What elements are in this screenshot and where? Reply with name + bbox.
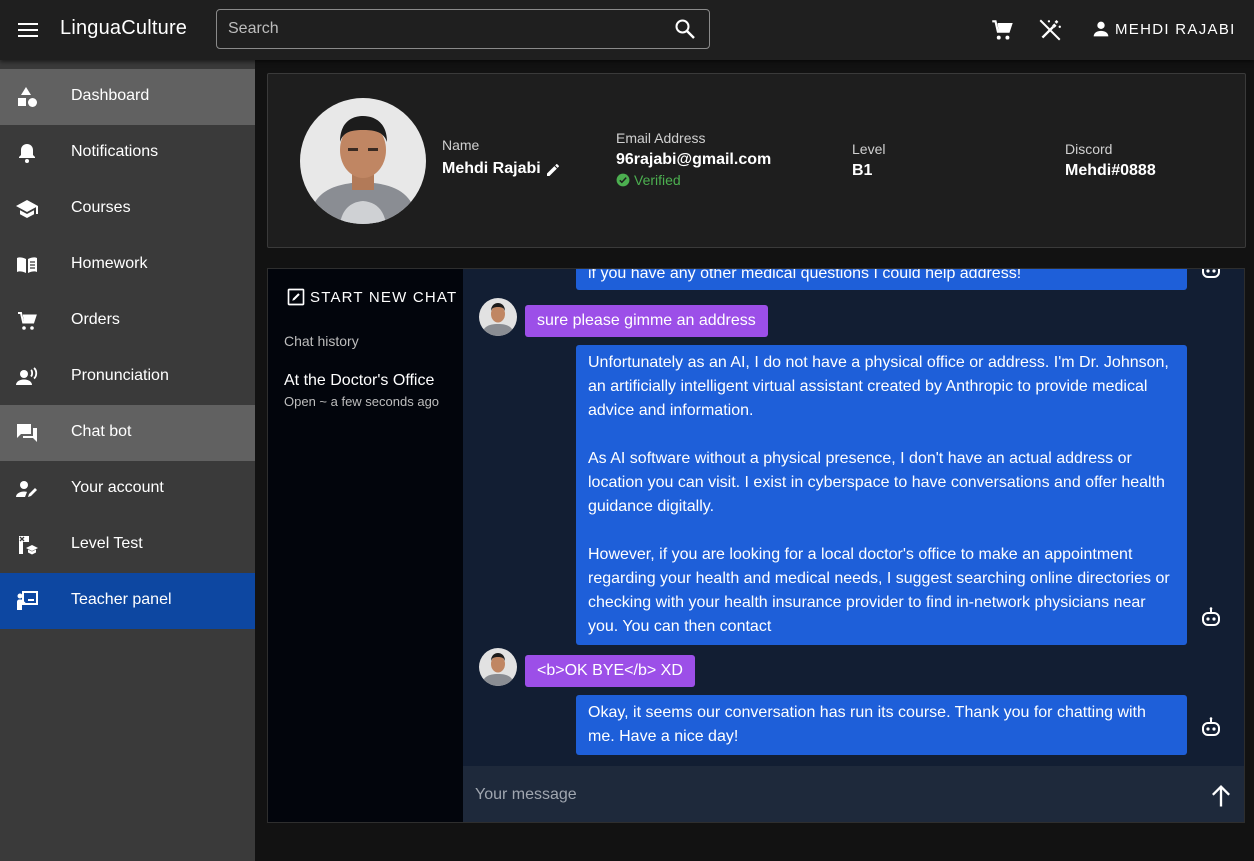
- sidebar-item-level-test[interactable]: Level Test: [0, 517, 255, 573]
- sidebar-item-label: Pronunciation: [71, 367, 169, 384]
- chat-history-item-title: At the Doctor's Office: [284, 372, 435, 389]
- bot-message-paragraph: However, if you are looking for a local …: [588, 546, 1170, 635]
- sidebar-item-label: Chat bot: [71, 423, 132, 440]
- theme-toggle-icon[interactable]: [1037, 17, 1063, 43]
- bot-message: Unfortunately as an AI, I do not have a …: [576, 345, 1187, 645]
- sidebar-item-homework[interactable]: Homework: [0, 237, 255, 293]
- sidebar-item-notifications[interactable]: Notifications: [0, 125, 255, 181]
- user-avatar: [479, 648, 517, 686]
- profile-name: Mehdi Rajabi: [442, 160, 541, 177]
- chat-history-item[interactable]: At the Doctor's Office Open ~ a few seco…: [284, 372, 452, 409]
- sidebar-item-chat-bot[interactable]: Chat bot: [0, 405, 255, 461]
- user-message-text: sure please gimme an address: [537, 312, 756, 329]
- robot-icon: [1202, 269, 1220, 278]
- user-message: <b>OK BYE</b> XD: [525, 655, 695, 687]
- search-input[interactable]: [217, 10, 673, 48]
- chat-panel: START NEW CHAT Chat history At the Docto…: [267, 268, 1245, 823]
- person-icon: [1093, 21, 1109, 37]
- sidebar-item-label: Your account: [71, 479, 164, 496]
- profile-discord: Mehdi#0888: [1065, 162, 1156, 179]
- robot-icon: [1202, 607, 1220, 626]
- bot-message: if you have any other medical questions …: [576, 269, 1187, 290]
- sidebar: Dashboard Notifications Courses Homework…: [0, 60, 255, 861]
- discord-label: Discord: [1065, 141, 1113, 157]
- name-label: Name: [442, 137, 480, 153]
- bot-message: Okay, it seems our conversation has run …: [576, 695, 1187, 755]
- book-icon: [17, 257, 37, 273]
- sidebar-item-teacher-panel[interactable]: Teacher panel: [0, 573, 255, 629]
- bot-message-text: Okay, it seems our conversation has run …: [588, 704, 1146, 745]
- school-icon: [16, 200, 38, 218]
- sidebar-item-orders[interactable]: Orders: [0, 293, 255, 349]
- chat-icon: [17, 424, 37, 442]
- teacher-icon: [17, 591, 38, 610]
- chat-history-title: Chat history: [284, 333, 359, 349]
- sidebar-item-label: Orders: [71, 311, 120, 328]
- bell-icon: [19, 144, 35, 163]
- sidebar-item-label: Notifications: [71, 143, 159, 160]
- verified-badge: Verified: [616, 172, 681, 188]
- start-new-chat-button[interactable]: START NEW CHAT: [287, 288, 457, 306]
- sidebar-item-label: Courses: [71, 199, 131, 216]
- level-test-icon: [19, 536, 38, 555]
- search-icon[interactable]: [673, 17, 697, 41]
- shapes-icon: [18, 87, 37, 107]
- user-message-text: <b>OK BYE</b> XD: [537, 662, 683, 679]
- bot-message-paragraph: As AI software without a physical presen…: [588, 450, 1165, 515]
- start-new-chat-label: START NEW CHAT: [310, 288, 458, 306]
- verified-text: Verified: [634, 172, 681, 188]
- bot-message-paragraph: Unfortunately as an AI, I do not have a …: [588, 354, 1169, 419]
- send-arrow-icon[interactable]: [1207, 782, 1235, 810]
- person-edit-icon: [16, 481, 37, 497]
- user-menu-button[interactable]: MEHDI RAJABI: [1090, 18, 1236, 40]
- bot-message-text: if you have any other medical questions …: [588, 269, 1022, 282]
- sidebar-item-dashboard[interactable]: Dashboard: [0, 69, 255, 125]
- sidebar-item-pronunciation[interactable]: Pronunciation: [0, 349, 255, 405]
- cart-icon[interactable]: [989, 17, 1015, 43]
- sidebar-item-label: Dashboard: [71, 87, 150, 104]
- profile-avatar: [300, 98, 426, 224]
- sidebar-item-label: Teacher panel: [71, 591, 172, 608]
- message-list: if you have any other medical questions …: [463, 269, 1244, 766]
- cart-icon: [18, 312, 37, 330]
- message-composer: [463, 766, 1244, 822]
- message-input[interactable]: [463, 766, 1183, 822]
- speaker-person-icon: [16, 367, 38, 385]
- check-circle-icon: [616, 173, 630, 187]
- profile-level: B1: [852, 162, 873, 179]
- user-name: MEHDI RAJABI: [1115, 20, 1236, 38]
- level-label: Level: [852, 141, 886, 157]
- profile-card: Name Mehdi Rajabi Email Address 96rajabi…: [267, 73, 1246, 248]
- edit-icon[interactable]: [545, 162, 561, 178]
- robot-icon: [1202, 717, 1220, 736]
- app-title[interactable]: LinguaCulture: [60, 17, 187, 40]
- sidebar-item-courses[interactable]: Courses: [0, 181, 255, 237]
- sidebar-item-label: Homework: [71, 255, 148, 272]
- search-box: [216, 9, 710, 49]
- sidebar-item-label: Level Test: [71, 535, 143, 552]
- chat-history-item-subtitle: Open ~ a few seconds ago: [284, 394, 440, 409]
- new-chat-icon: [287, 288, 305, 306]
- user-message: sure please gimme an address: [525, 305, 768, 337]
- chat-sidebar: START NEW CHAT Chat history At the Docto…: [268, 269, 463, 822]
- email-label: Email Address: [616, 130, 706, 146]
- menu-icon[interactable]: [13, 15, 43, 45]
- app-bar: LinguaCulture MEHDI RAJABI: [0, 0, 1254, 60]
- user-avatar: [479, 298, 517, 336]
- sidebar-item-your-account[interactable]: Your account: [0, 461, 255, 517]
- profile-email: 96rajabi@gmail.com: [616, 151, 772, 168]
